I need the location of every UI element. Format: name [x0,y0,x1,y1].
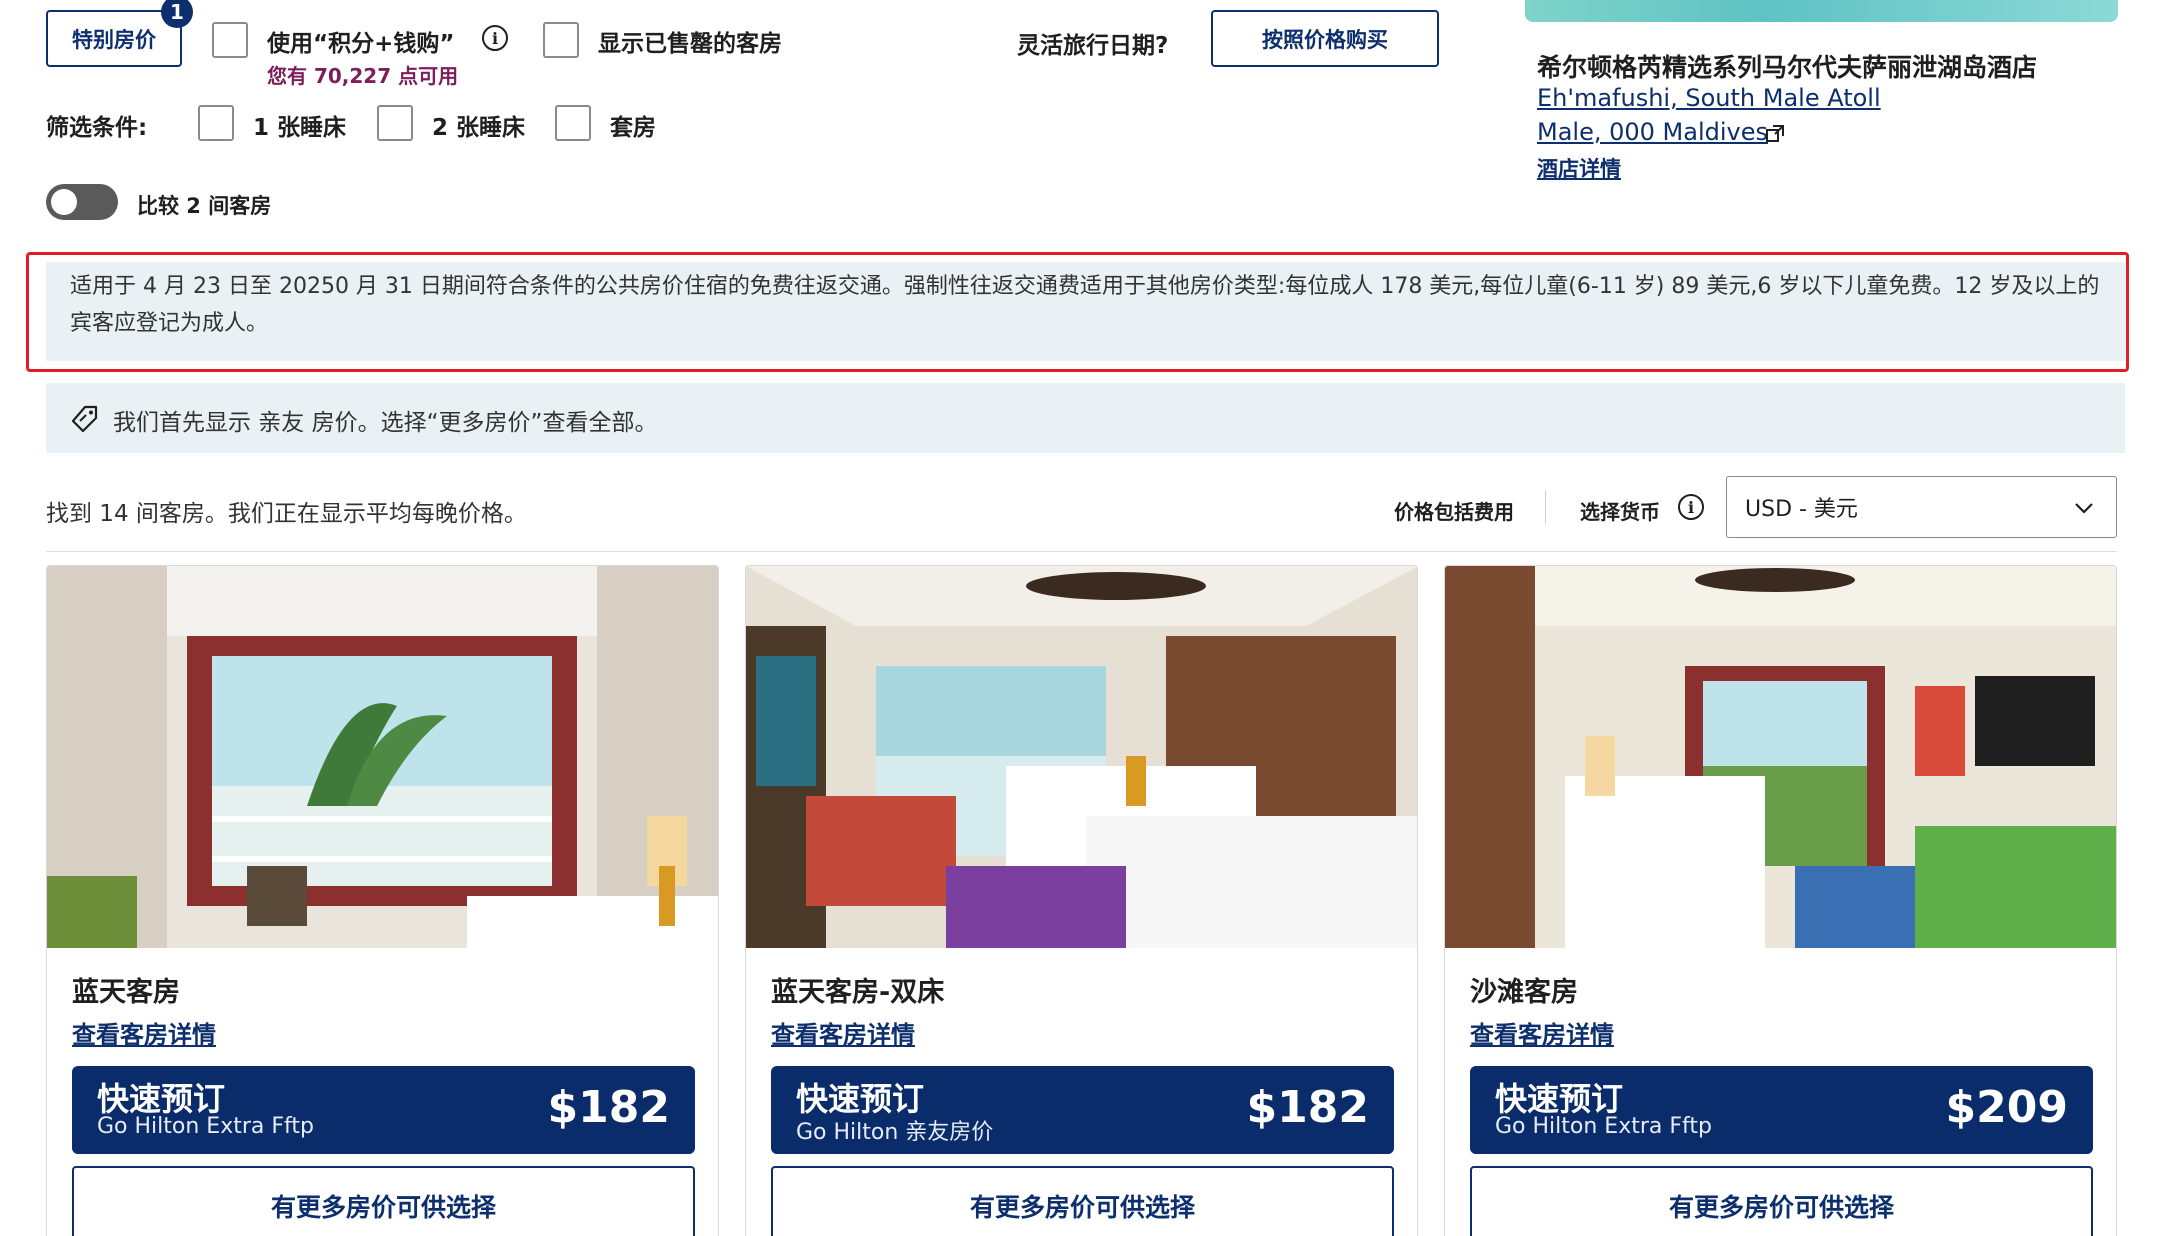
external-link-icon [1766,125,1784,147]
select-currency-label: 选择货币 [1580,500,1660,524]
one-bed-label: 1 张睡床 [253,115,347,141]
room-details-link[interactable]: 查看客房详情 [1470,1015,1614,1050]
quick-book-button[interactable]: 快速预订 Go Hilton 亲友房价 $182 [771,1066,1394,1154]
currency-select-value: USD - 美元 [1745,497,1858,522]
hotel-address-line1[interactable]: Eh'mafushi, South Male Atoll [1537,84,1881,112]
currency-info-icon[interactable]: i [1678,494,1704,520]
rate-name: Go Hilton Extra Fftp [1495,1114,1712,1139]
price-incl-fees-label: 价格包括费用 [1394,500,1514,524]
room-price: $182 [1246,1082,1369,1133]
rate-name: Go Hilton 亲友房价 [796,1120,994,1145]
show-sold-out-checkbox[interactable] [543,22,579,58]
room-price: $182 [547,1082,670,1133]
suite-label: 套房 [610,115,656,141]
room-price: $209 [1945,1082,2068,1133]
price-tag-icon [70,404,100,438]
buy-by-price-button[interactable]: 按照价格购买 [1211,10,1439,67]
more-rates-button[interactable]: 有更多房价可供选择 [771,1166,1394,1236]
room-details-link[interactable]: 查看客房详情 [72,1015,216,1050]
room-details-link[interactable]: 查看客房详情 [771,1015,915,1050]
room-name: 沙滩客房 [1470,977,1578,1008]
more-rates-button[interactable]: 有更多房价可供选择 [1470,1166,2093,1236]
special-rate-count-badge: 1 [161,0,193,28]
toggle-knob [51,189,77,215]
results-summary: 找到 14 间客房。我们正在显示平均每晚价格。 [46,501,527,527]
hotel-image-strip [1525,0,2118,22]
hotel-address-line2[interactable]: Male, 000 Maldives [1537,118,1768,146]
quick-book-button[interactable]: 快速预订 Go Hilton Extra Fftp $209 [1470,1066,2093,1154]
room-name: 蓝天客房-双床 [771,977,945,1008]
special-rate-label: 特别房价 [72,27,156,52]
suite-checkbox[interactable] [555,105,591,141]
results-divider [46,551,2117,552]
two-bed-checkbox[interactable] [377,105,413,141]
two-bed-label: 2 张睡床 [432,115,526,141]
compare-rooms-toggle[interactable] [46,184,118,220]
rate-notice-text: 我们首先显示 亲友 房价。选择“更多房价”查看全部。 [113,410,658,436]
highlight-box [26,252,2129,372]
room-card: 蓝天客房-双床 查看客房详情 快速预订 Go Hilton 亲友房价 $182 … [745,565,1418,1236]
divider [1545,490,1546,524]
show-sold-out-label: 显示已售罄的客房 [598,31,782,57]
room-card: 沙滩客房 查看客房详情 快速预订 Go Hilton Extra Fftp $2… [1444,565,2117,1236]
chevron-down-icon [2074,500,2094,519]
more-rates-label: 有更多房价可供选择 [1668,1193,1894,1222]
info-icon[interactable]: i [482,25,508,51]
more-rates-button[interactable]: 有更多房价可供选择 [72,1166,695,1236]
room-photo [1445,566,2116,948]
flexible-dates-label: 灵活旅行日期? [1017,33,1169,59]
hotel-details-link[interactable]: 酒店详情 [1537,153,1621,183]
room-card: 蓝天客房 查看客房详情 快速预订 Go Hilton Extra Fftp $1… [46,565,719,1236]
points-money-label: 使用“积分+钱购” [267,31,455,57]
buy-by-price-label: 按照价格购买 [1262,27,1388,52]
room-photo [746,566,1417,948]
compare-rooms-label: 比较 2 间客房 [137,194,272,218]
room-name: 蓝天客房 [72,977,180,1008]
filter-by-label: 筛选条件: [46,115,148,141]
one-bed-checkbox[interactable] [198,105,234,141]
more-rates-label: 有更多房价可供选择 [270,1193,496,1222]
points-available-text: 您有 70,227 点可用 [267,64,459,88]
room-photo [47,566,718,948]
more-rates-label: 有更多房价可供选择 [969,1193,1195,1222]
rate-name: Go Hilton Extra Fftp [97,1114,314,1139]
hotel-name: 希尔顿格芮精选系列马尔代夫萨丽泄湖岛酒店 [1537,53,2038,82]
currency-select[interactable]: USD - 美元 [1726,476,2117,538]
points-money-checkbox[interactable] [212,22,248,58]
quick-book-button[interactable]: 快速预订 Go Hilton Extra Fftp $182 [72,1066,695,1154]
